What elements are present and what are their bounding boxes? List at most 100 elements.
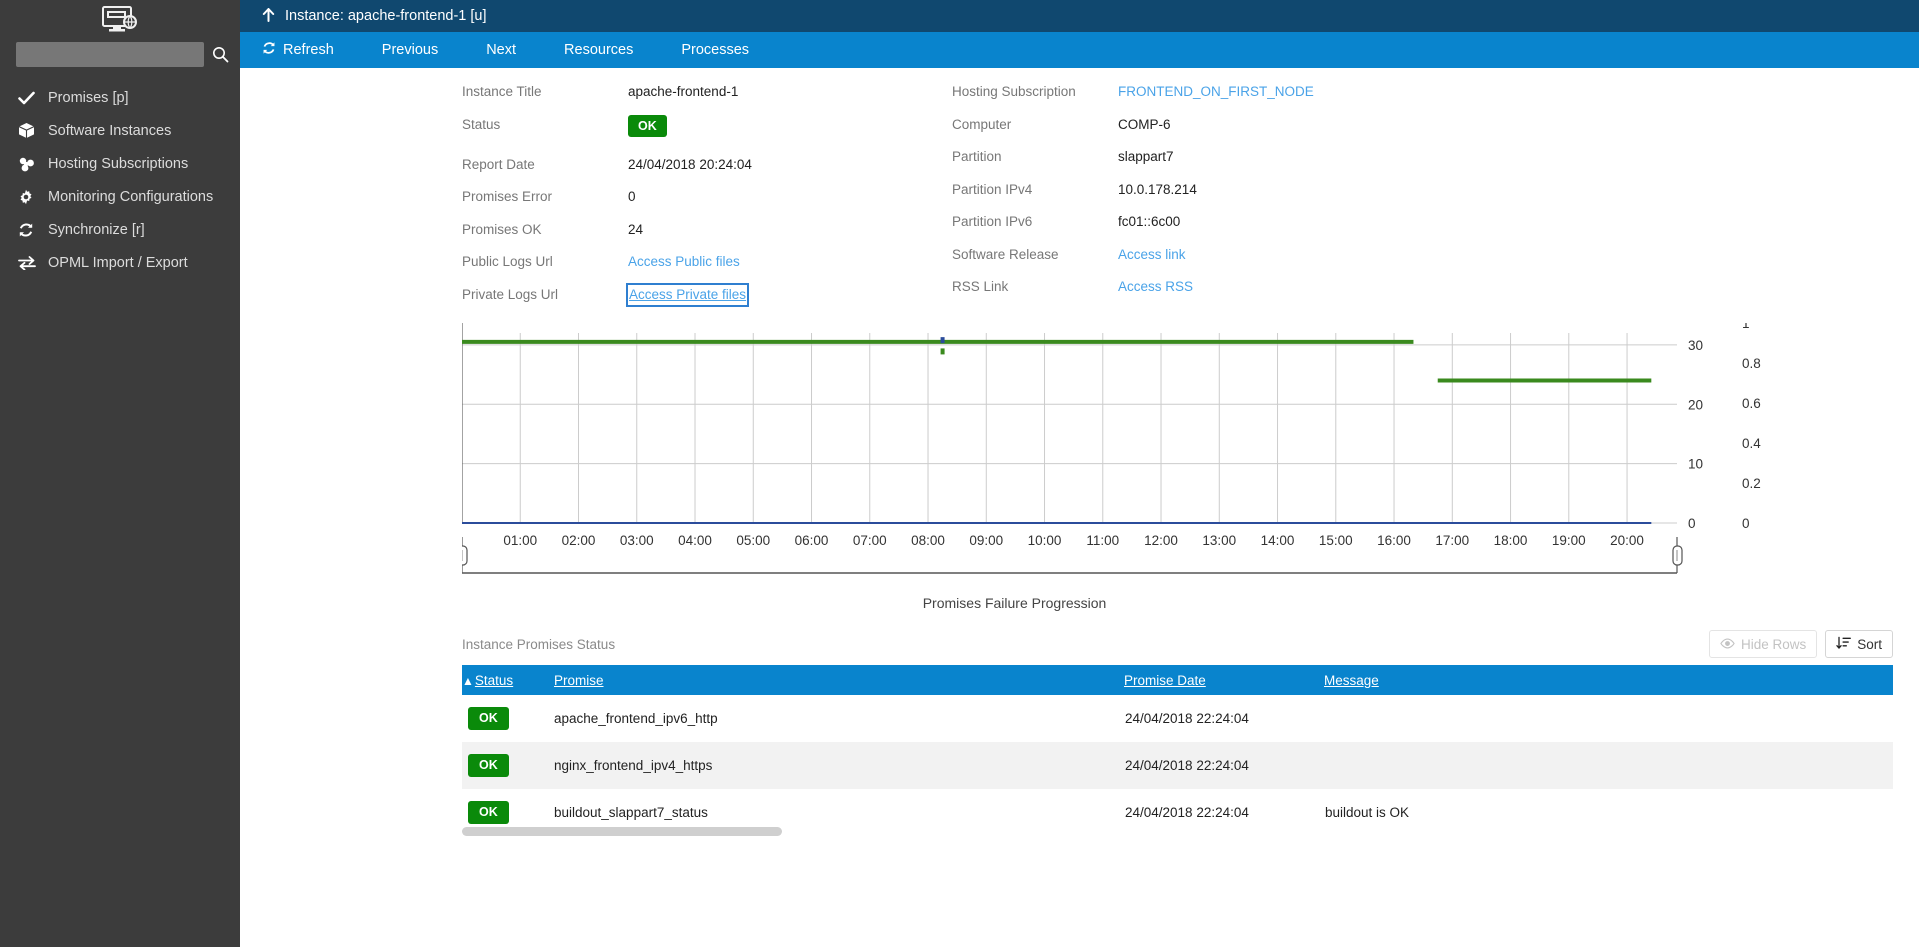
- info-label: Public Logs Url: [462, 254, 553, 269]
- sidebar-item-synchronize[interactable]: Synchronize [r]: [0, 213, 240, 246]
- y-right-tick-label: 0.4: [1742, 436, 1761, 451]
- search-input[interactable]: [16, 42, 204, 67]
- sidebar: Promises [p] Software Instances Hosting …: [0, 0, 240, 947]
- promises-table-body: OK apache_frontend_ipv6_http 24/04/2018 22…: [462, 695, 1894, 836]
- refresh-button[interactable]: Refresh: [262, 41, 334, 59]
- private-logs-link[interactable]: Access Private files: [625, 282, 750, 307]
- y-right-tick-label: 1: [1742, 323, 1750, 331]
- chart-gridlines: [462, 323, 1677, 524]
- x-tick-label: 17:00: [1435, 533, 1469, 548]
- x-tick-label: 13:00: [1202, 533, 1236, 548]
- sidebar-item-label: Software Instances: [48, 122, 172, 139]
- sidebar-item-monitoring-configurations[interactable]: Monitoring Configurations: [0, 180, 240, 213]
- column-header-message[interactable]: Message: [1324, 665, 1894, 695]
- refresh-icon: [18, 220, 44, 240]
- sidebar-item-hosting-subscriptions[interactable]: Hosting Subscriptions: [0, 147, 240, 180]
- table-row[interactable]: OK nginx_frontend_ipv4_https 24/04/2018 22…: [462, 742, 1894, 789]
- sort-button[interactable]: Sort: [1825, 630, 1894, 658]
- info-value-computer: COMP-6: [1118, 116, 1171, 132]
- column-header-label[interactable]: Promise Date: [1124, 673, 1206, 688]
- previous-button[interactable]: Previous: [382, 42, 438, 58]
- info-value-instance-title: apache-frontend-1: [628, 84, 739, 99]
- column-header-label[interactable]: Status: [475, 673, 513, 688]
- horizontal-scrollbar[interactable]: [462, 827, 782, 836]
- chart-svg[interactable]: 01:00 02:00 03:00 04:00 05:00 06:00 07:00 08:00…: [462, 323, 1919, 593]
- chart-series: [462, 337, 1652, 524]
- info-row-private-logs-url: Private Logs Url Access Private files: [462, 282, 900, 318]
- row-status-badge: OK: [468, 754, 509, 777]
- app-logo[interactable]: [0, 0, 240, 38]
- info-label: Status: [462, 116, 501, 132]
- y-right-tick-label: 0: [1742, 516, 1750, 531]
- public-logs-link[interactable]: Access Public files: [628, 252, 740, 272]
- info-label: Partition IPv4: [952, 181, 1033, 197]
- gear-icon: [18, 187, 44, 207]
- sort-icon: [1836, 636, 1852, 653]
- info-label: Software Release: [952, 246, 1059, 262]
- cell-message: [1324, 742, 1893, 789]
- info-row-report-date: Report Date 24/04/2018 20:24:04: [462, 155, 900, 188]
- info-row-partition: Partition slappart7: [952, 147, 1314, 180]
- toolbar-label: Resources: [564, 42, 634, 58]
- next-button[interactable]: Next: [486, 42, 516, 58]
- slider-left-handle[interactable]: [462, 545, 468, 566]
- table-row[interactable]: OK apache_frontend_ipv6_http 24/04/2018 22…: [462, 695, 1893, 742]
- instance-info: Instance Title apache-frontend-1 Status …: [240, 68, 1919, 317]
- x-tick-label: 19:00: [1552, 533, 1586, 548]
- processes-button[interactable]: Processes: [681, 42, 749, 58]
- cell-message: buildout is OK: [1325, 805, 1410, 820]
- software-release-link[interactable]: Access link: [1118, 245, 1186, 265]
- info-row-hosting-subscription: Hosting Subscription FRONTEND_ON_FIRST_N…: [952, 82, 1314, 115]
- hosting-subscription-link[interactable]: FRONTEND_ON_FIRST_NODE: [1118, 82, 1314, 102]
- info-label: Promises Error: [462, 189, 553, 204]
- info-row-partition-ipv4: Partition IPv4 10.0.178.214: [952, 180, 1314, 213]
- info-value-promises-ok: 24: [628, 221, 644, 237]
- x-tick-label: 14:00: [1261, 533, 1295, 548]
- main-content: Instance: apache-frontend-1 [u] Refresh …: [240, 0, 1919, 947]
- info-row-computer: Computer COMP-6: [952, 115, 1314, 148]
- info-row-public-logs-url: Public Logs Url Access Public files: [462, 252, 900, 285]
- info-label: Hosting Subscription: [952, 84, 1076, 99]
- x-tick-label: 18:00: [1494, 533, 1528, 548]
- sidebar-item-label: Synchronize [r]: [48, 221, 145, 238]
- check-icon: [18, 88, 44, 108]
- info-label: RSS Link: [952, 279, 1009, 294]
- info-value-partition-ipv6: fc01::6c00: [1118, 214, 1181, 229]
- column-header-promise[interactable]: Promise: [554, 665, 1124, 695]
- monitor-network-icon: [99, 5, 141, 35]
- promises-failure-chart[interactable]: 01:00 02:00 03:00 04:00 05:00 06:00 07:00 08:00…: [240, 323, 1919, 613]
- x-tick-label: 08:00: [911, 533, 945, 548]
- sidebar-item-promises[interactable]: Promises [p]: [0, 81, 240, 114]
- cell-promise-date: 24/04/2018 22:24:04: [1125, 805, 1249, 820]
- x-tick-label: 11:00: [1086, 533, 1119, 548]
- promises-table-block: Instance Promises Status Hide Rows Sort: [240, 630, 1919, 836]
- hide-rows-button[interactable]: Hide Rows: [1709, 630, 1818, 658]
- column-header-label[interactable]: Message: [1324, 673, 1379, 688]
- info-label: Partition: [952, 149, 1002, 164]
- toolbar-label: Previous: [381, 42, 439, 58]
- info-label: Instance Title: [462, 84, 542, 99]
- column-header-label[interactable]: Promise: [554, 673, 604, 688]
- column-header-status[interactable]: ▲Status: [462, 665, 554, 695]
- up-arrow-icon[interactable]: [262, 8, 275, 24]
- sidebar-item-software-instances[interactable]: Software Instances: [0, 114, 240, 147]
- resources-button[interactable]: Resources: [564, 42, 633, 58]
- info-label: Computer: [952, 116, 1012, 132]
- rss-link[interactable]: Access RSS: [1118, 277, 1193, 297]
- y-left-tick-label: 10: [1688, 457, 1703, 472]
- column-header-promise-date[interactable]: Promise Date: [1124, 665, 1324, 695]
- cell-promise-date: 24/04/2018 22:24:04: [1125, 711, 1249, 726]
- instance-info-right: Hosting Subscription FRONTEND_ON_FIRST_N…: [900, 82, 1314, 317]
- search-icon[interactable]: [212, 44, 229, 66]
- refresh-icon: [262, 41, 276, 59]
- exchange-icon: [18, 253, 44, 273]
- info-label: Promises OK: [462, 221, 542, 237]
- x-tick-label: 09:00: [969, 533, 1003, 548]
- action-toolbar: Refresh Previous Next Resources Processe…: [240, 32, 1919, 68]
- x-tick-label: 06:00: [795, 533, 829, 548]
- x-tick-label: 01:00: [503, 533, 537, 548]
- row-status-badge: OK: [468, 801, 509, 824]
- promises-table-head: ▲Status Promise Promise Date Message: [462, 665, 1894, 695]
- sidebar-item-opml-import-export[interactable]: OPML Import / Export: [0, 246, 240, 279]
- chart-marker: [940, 348, 945, 355]
